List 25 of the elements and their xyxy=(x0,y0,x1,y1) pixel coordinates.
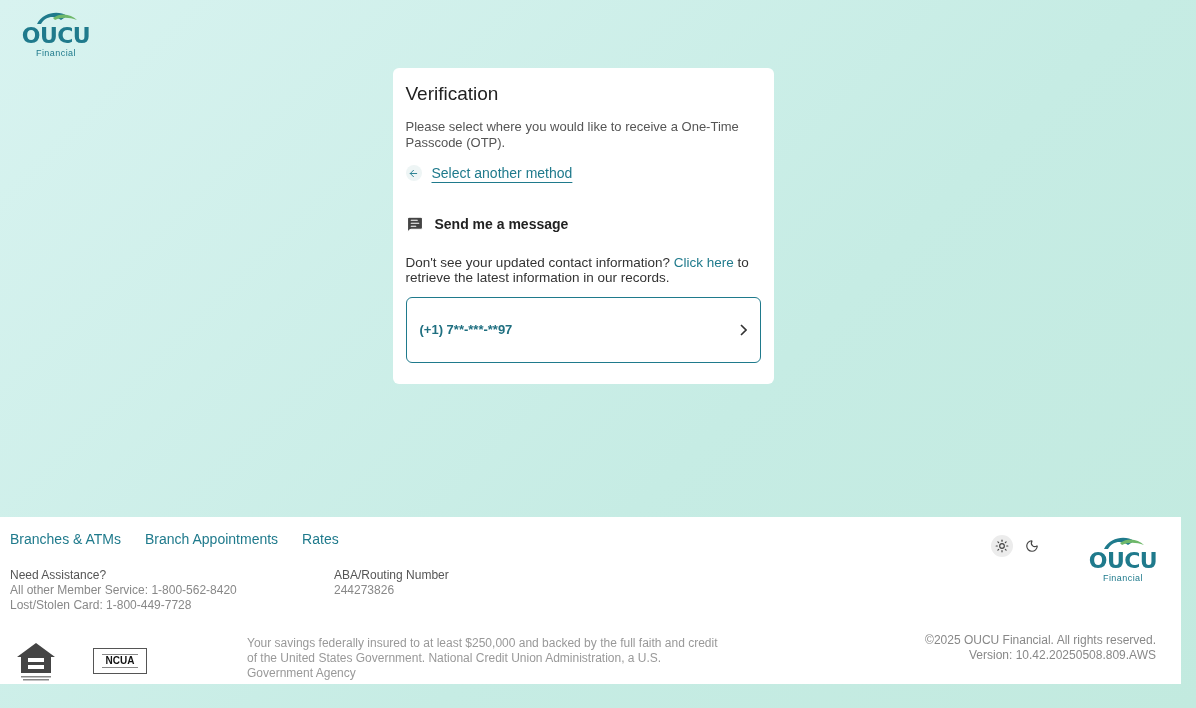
copyright-text: ©2025 OUCU Financial. All rights reserved. xyxy=(925,633,1156,648)
click-here-link[interactable]: Click here xyxy=(673,254,734,270)
intro-text: Please select where you would like to receive a One-Time Passcode (OTP). xyxy=(405,118,740,151)
footer-link[interactable]: Branches & ATMs xyxy=(10,529,121,550)
card-title: Verification xyxy=(405,82,500,106)
routing-heading: ABA/Routing Number xyxy=(334,568,449,583)
chevron-right-icon xyxy=(739,323,747,336)
logo: OUCU Financial xyxy=(24,10,88,58)
insurance-disclaimer: Your savings federally insured to at least $250,000 and backed by the full faith and credit of the United States Government. National Credit Union Administration, a U.S. Government Agency xyxy=(247,636,719,681)
message-icon xyxy=(405,215,424,233)
routing-number: 244273826 xyxy=(334,583,396,598)
assistance-line: Lost/Stolen Card: 1-800-449-7728 xyxy=(10,598,193,613)
method-heading: Send me a message xyxy=(434,214,569,234)
logo: OUCU Financial xyxy=(1091,535,1155,583)
footer-link[interactable]: Branch Appointments xyxy=(145,529,279,550)
equal-housing-icon xyxy=(15,641,57,681)
footer-link[interactable]: Rates xyxy=(302,529,339,550)
assistance-heading: Need Assistance? xyxy=(10,568,108,583)
select-another-method-link[interactable]: Select another method xyxy=(431,162,573,184)
assistance-line: All other Member Service: 1-800-562-8420 xyxy=(10,583,238,598)
phone-option-button[interactable]: (+1) 7**-***-**97 xyxy=(405,296,761,363)
sun-icon[interactable] xyxy=(991,535,1013,557)
contact-notice: Don't see your updated contact information? Click here to retrieve the latest information in our records. xyxy=(405,254,750,285)
ncua-badge: NCUA xyxy=(93,648,147,674)
version-text: Version: 10.42.20250508.809.AWS xyxy=(968,648,1156,663)
